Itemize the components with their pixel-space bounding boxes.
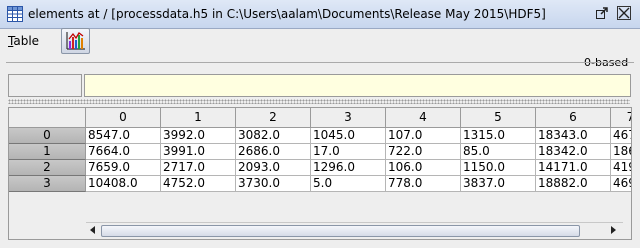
column-header[interactable]: 4 xyxy=(386,108,461,128)
data-table: 01234567 08547.03992.03082.01045.0107.01… xyxy=(8,107,632,240)
table-cell[interactable]: 2686.0 xyxy=(236,144,311,160)
table-cell[interactable]: 3991.0 xyxy=(161,144,236,160)
row-header[interactable]: 2 xyxy=(9,160,86,176)
table-cell[interactable]: 1315.0 xyxy=(461,128,536,144)
cell-name-field xyxy=(8,74,82,97)
table-cell[interactable]: 18342.0 xyxy=(536,144,611,160)
table-cell[interactable]: 5.0 xyxy=(311,176,386,192)
table-cell[interactable]: 18882.0 xyxy=(536,176,611,192)
restore-window-icon[interactable] xyxy=(595,6,609,20)
table-cell[interactable]: 7664.0 xyxy=(86,144,161,160)
table-cell[interactable]: 1150.0 xyxy=(461,160,536,176)
table-cell[interactable]: 4752.0 xyxy=(161,176,236,192)
table-cell[interactable]: 3992.0 xyxy=(161,128,236,144)
table-cell[interactable]: 1296.0 xyxy=(311,160,386,176)
column-header[interactable]: 3 xyxy=(311,108,386,128)
table-cell[interactable]: 85.0 xyxy=(461,144,536,160)
table-cell[interactable]: 3730.0 xyxy=(236,176,311,192)
dataset-window: elements at / [processdata.h5 in C:\User… xyxy=(0,0,640,248)
column-header[interactable]: 0 xyxy=(86,108,161,128)
column-header[interactable]: 2 xyxy=(236,108,311,128)
row-header[interactable]: 3 xyxy=(9,176,86,192)
table-cell[interactable]: 778.0 xyxy=(386,176,461,192)
scroll-left-icon[interactable] xyxy=(86,224,100,236)
column-header[interactable]: 7 xyxy=(611,108,631,128)
column-header[interactable]: 1 xyxy=(161,108,236,128)
row-header[interactable]: 1 xyxy=(9,144,86,160)
cell-value-field[interactable] xyxy=(84,74,631,97)
menu-table[interactable]: Table xyxy=(8,34,39,48)
table-cell[interactable]: 106.0 xyxy=(386,160,461,176)
table-cell[interactable]: 18343.0 xyxy=(536,128,611,144)
horizontal-scrollbar[interactable] xyxy=(86,222,623,237)
table-cell[interactable]: 722.0 xyxy=(386,144,461,160)
splitter-handle[interactable] xyxy=(8,99,630,104)
table-cell[interactable]: 3082.0 xyxy=(236,128,311,144)
table-corner xyxy=(9,108,86,128)
chart-button[interactable] xyxy=(61,28,90,54)
line-chart-icon xyxy=(66,32,85,50)
table-cell[interactable]: 3837.0 xyxy=(461,176,536,192)
table-cell[interactable]: 10408.0 xyxy=(86,176,161,192)
table-cell[interactable]: 186 xyxy=(611,144,631,160)
column-header[interactable]: 6 xyxy=(536,108,611,128)
table-icon xyxy=(7,6,23,22)
table-cell[interactable]: 14171.0 xyxy=(536,160,611,176)
table-cell[interactable]: 8547.0 xyxy=(86,128,161,144)
table-cell[interactable]: 469 xyxy=(611,176,631,192)
table-cell[interactable]: 467 xyxy=(611,128,631,144)
table-cell[interactable]: 2717.0 xyxy=(161,160,236,176)
table-cell[interactable]: 17.0 xyxy=(311,144,386,160)
close-window-icon[interactable] xyxy=(617,6,631,20)
row-header[interactable]: 0 xyxy=(9,128,86,144)
table-cell[interactable]: 7659.0 xyxy=(86,160,161,176)
table-cell[interactable]: 1045.0 xyxy=(311,128,386,144)
scroll-right-icon[interactable] xyxy=(606,224,620,236)
window-title: elements at / [processdata.h5 in C:\User… xyxy=(28,7,546,21)
title-bar: elements at / [processdata.h5 in C:\User… xyxy=(0,0,640,29)
column-header[interactable]: 5 xyxy=(461,108,536,128)
table-cell[interactable]: 419 xyxy=(611,160,631,176)
menu-bar: Table xyxy=(0,29,640,55)
table-cell[interactable]: 107.0 xyxy=(386,128,461,144)
separator-top xyxy=(6,62,634,63)
scroll-thumb[interactable] xyxy=(101,225,580,237)
table-cell[interactable]: 2093.0 xyxy=(236,160,311,176)
